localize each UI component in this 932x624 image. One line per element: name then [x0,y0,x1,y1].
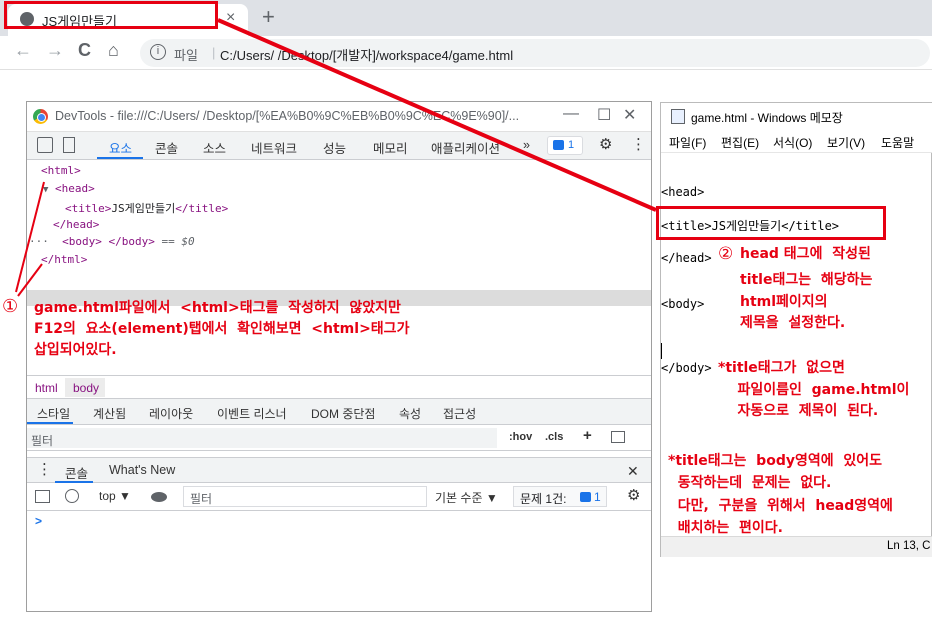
tab-title-highlight-box [4,1,218,29]
annotation-marker-2: ② [718,244,734,264]
annotation-note-3: *title태그가 없으면 파일이름인 game.html이 자동으로 제목이 … [718,360,910,420]
connector-line-html-start [15,181,45,293]
title-tag-highlight-box [656,206,886,240]
screenshot-stage: JS게임만들기 × + ← → C ⌂ i 파일 | C:/Users/ /De… [0,0,932,624]
connector-line-tab-to-title [217,18,657,212]
annotation-note-2-line1: head 태그에 작성된 [740,246,871,262]
annotation-note-1: game.html파일에서 <html>태그를 작성하지 않았지만 F12의 요… [34,300,410,358]
annotation-note-2: title태그는 해당하는 html페이지의 제목을 설정한다. [740,272,873,332]
annotation-marker-1: ① [2,296,19,317]
annotation-note-4: *title태그는 body영역에 있어도 동작하는데 문제는 없다. 다만, … [668,453,893,537]
